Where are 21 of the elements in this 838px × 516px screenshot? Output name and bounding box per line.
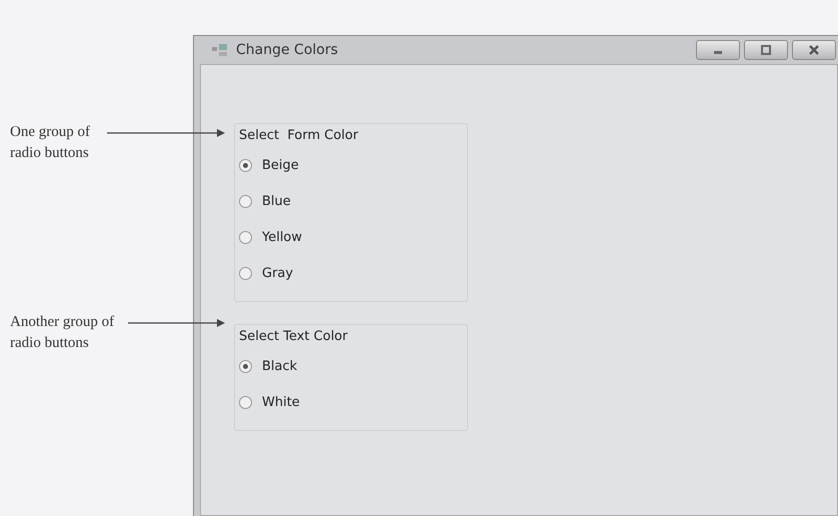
minimize-button[interactable]	[696, 40, 740, 60]
radio-button[interactable]	[239, 360, 252, 372]
radio-option[interactable]: Gray	[239, 255, 294, 291]
radio-button[interactable]	[239, 158, 252, 172]
radio-button[interactable]	[239, 230, 252, 244]
radio-option[interactable]: Yellow	[239, 219, 302, 255]
callout-text: One group of radio buttons	[10, 123, 91, 163]
radio-option[interactable]: Blue	[239, 183, 291, 219]
radio-option[interactable]: Black	[239, 348, 298, 384]
form-icon	[212, 43, 228, 57]
radio-option[interactable]: White	[239, 384, 300, 420]
close-button[interactable]	[792, 40, 836, 60]
window-title: Change Colors	[236, 42, 339, 58]
radio-option[interactable]: Beige	[239, 147, 299, 183]
radio-button[interactable]	[239, 396, 252, 408]
maximize-icon	[759, 45, 773, 55]
close-icon	[807, 45, 821, 55]
radio-button[interactable]	[239, 266, 252, 280]
radio-button[interactable]	[239, 194, 252, 208]
maximize-button[interactable]	[744, 40, 788, 60]
callout-text: Another group of radio buttons	[10, 313, 116, 353]
